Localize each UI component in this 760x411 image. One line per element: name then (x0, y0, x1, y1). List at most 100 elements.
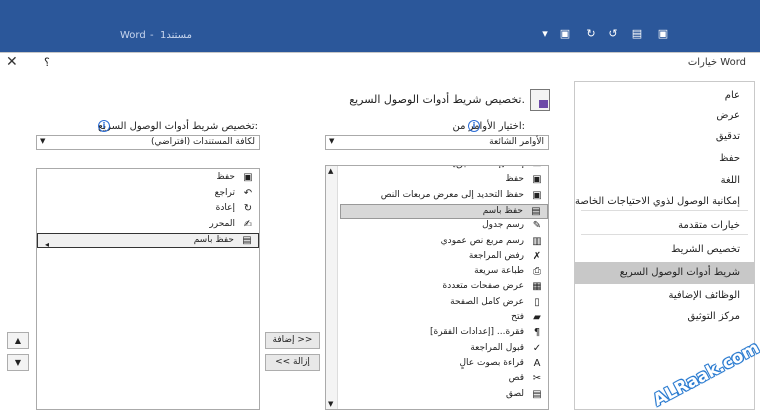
command-item[interactable]: A قراءة بصوت عالٍ (340, 357, 548, 372)
qat-label: حفظ باسم (193, 235, 234, 245)
nav-item[interactable]: شريط أدوات الوصول السريع (575, 262, 754, 284)
command-item[interactable]: ▥ رسم مربع نص عمودي (340, 235, 548, 250)
folder-icon: ▰ (533, 312, 541, 323)
qat-list[interactable]: ▣ حفظ ↶ تراجع ↻ إعادة ✍ المحرر ▤ حفظ باسم (36, 168, 260, 410)
page-title: تخصيص شريط أدوات الوصول السريع. (349, 93, 525, 106)
chevron-down-icon: ▼ (329, 137, 335, 145)
save-icon: ▣ (243, 172, 253, 183)
command-label: قبول المراجعة (470, 342, 524, 353)
nav-divider (581, 234, 748, 235)
command-item[interactable]: ✗ رفض المراجعة (340, 250, 548, 265)
command-item[interactable]: ▦ عرض صفحات متعددة (340, 280, 548, 295)
save-as-icon: ▤ (531, 205, 541, 217)
command-label: حفظ التحديد إلى معرض مربعات النص (380, 189, 524, 200)
save-as-icon: ▤ (242, 235, 252, 246)
comment-icon: ▭ (531, 166, 543, 171)
command-item[interactable]: ▰ فتح (340, 311, 548, 326)
dialog-title: خيارات Word (687, 57, 746, 68)
command-item[interactable]: ⎙ طباعة سريعة (340, 265, 548, 280)
command-label: حفظ باسم (482, 205, 523, 216)
command-item[interactable]: ✎ رسم جدول (340, 219, 548, 234)
command-label: رسم مربع نص عمودي (440, 235, 524, 246)
nav-item[interactable]: تخصيص الشريط (671, 244, 740, 255)
choose-commands-value: الأوامر الشائعة (489, 137, 544, 147)
move-down-button[interactable]: ▼ (7, 354, 29, 371)
nav-item[interactable]: حفظ (719, 153, 740, 164)
save-icon: ▣ (532, 174, 542, 186)
choose-commands-select[interactable]: الأوامر الشائعة ▼ (325, 135, 549, 150)
command-item[interactable]: ▤ حفظ باسم (340, 203, 548, 219)
command-label: فتح (511, 312, 524, 322)
qat-save-as-icon[interactable]: ▤ (630, 27, 644, 41)
info-icon: i (98, 120, 110, 132)
editor-icon: ✍ (243, 218, 253, 230)
choose-commands-label: اختيار الأوامر من: (452, 121, 525, 132)
undo-icon: ↶ (243, 187, 253, 199)
app-name: Word (120, 30, 146, 41)
command-item[interactable]: ▤ لصق (340, 388, 548, 403)
textbox-save-icon: ▣ (532, 189, 542, 201)
command-label: قص (508, 373, 524, 384)
nav-item[interactable]: الوظائف الإضافية (669, 290, 741, 301)
save-icon[interactable]: ▣ (558, 27, 572, 41)
command-item[interactable]: ▣ حفظ التحديد إلى معرض مربعات النص (340, 189, 548, 204)
help-icon[interactable]: ؟ (44, 56, 50, 69)
undo-icon[interactable]: ↺ (606, 27, 620, 41)
nav-item[interactable]: تدقيق (716, 131, 740, 142)
qat-item[interactable]: ↶ تراجع (37, 187, 259, 202)
doc-title: مستند1 (160, 30, 192, 41)
qat-item[interactable]: ▣ حفظ (37, 171, 259, 186)
chevron-down-icon: ▼ (40, 137, 46, 145)
scissors-icon: ✂ (532, 373, 542, 385)
title-separator: - (150, 30, 154, 41)
qat-item[interactable]: ✍ المحرر (37, 218, 259, 233)
qat-save-icon[interactable]: ▣ (656, 27, 670, 41)
customize-qat-value: لكافة المستندات (افتراضي) (150, 137, 255, 147)
command-item[interactable]: ▯ عرض كامل الصفحة (340, 296, 548, 311)
command-item[interactable]: ✓ قبول المراجعة (340, 342, 548, 357)
qat-label: تراجع (214, 187, 235, 198)
word-options-dialog: ✕ ؟ خيارات Word عام عرض تدقيق حفظ اللغة إمكان… (0, 52, 760, 411)
nav-item[interactable]: اللغة (721, 175, 740, 186)
read-aloud-icon: A (533, 357, 541, 369)
accept-icon: ✓ (532, 342, 542, 354)
move-up-button[interactable]: ▲ (7, 332, 29, 349)
reject-icon: ✗ (532, 250, 542, 262)
customize-qat-icon[interactable]: ▾ (538, 27, 552, 41)
command-item[interactable]: ▭ إلغاء [إلغاء التعليق] (340, 166, 548, 173)
command-item[interactable]: ▣ حفظ (340, 173, 548, 188)
customize-qat-label: تخصيص شريط أدوات الوصول السريع: (98, 121, 258, 132)
command-item[interactable]: ¶ فقرة... [إعدادات الفقرة] (340, 326, 548, 341)
draw-table-icon: ✎ (532, 220, 542, 232)
qat-item[interactable]: ▤ حفظ باسم (37, 233, 259, 248)
add-button[interactable]: إضافة >> (265, 332, 320, 349)
scroll-up-icon[interactable]: ▲ (328, 167, 333, 175)
close-icon[interactable]: ✕ (6, 54, 18, 70)
print-icon: ⎙ (533, 266, 541, 278)
qat-label: حفظ (216, 172, 235, 182)
vertical-textbox-icon: ▥ (532, 235, 542, 247)
paste-icon: ▤ (532, 388, 542, 400)
commands-list[interactable]: ▲ ▼ ▭ إلغاء [إلغاء التعليق] ▣ حفظ ▣ حفظ التحد… (325, 165, 549, 410)
command-label: رفض المراجعة (468, 250, 524, 261)
command-item[interactable]: ✂ قص (340, 372, 548, 387)
customize-qat-select[interactable]: لكافة المستندات (افتراضي) ▼ (36, 135, 260, 150)
remove-button[interactable]: << إزالة (265, 354, 320, 371)
command-label: لصق (505, 388, 524, 399)
commands-scrollbar[interactable]: ▲ ▼ (326, 166, 338, 409)
command-label: طباعة سريعة (474, 266, 524, 277)
nav-item[interactable]: إمكانية الوصول لذوي الاحتياجات الخاصة (575, 196, 740, 207)
redo-icon: ↻ (243, 203, 253, 214)
qat-item[interactable]: ↻ إعادة (37, 202, 259, 217)
command-label: عرض صفحات متعددة (442, 281, 524, 292)
redo-icon[interactable]: ↻ (584, 27, 598, 41)
nav-item[interactable]: عام (725, 90, 740, 101)
command-label: عرض كامل الصفحة (450, 296, 524, 307)
scroll-down-icon[interactable]: ▼ (328, 400, 333, 408)
qat-label: إعادة (215, 203, 235, 213)
nav-item[interactable]: خيارات متقدمة (678, 220, 740, 231)
nav-item[interactable]: عرض (716, 110, 740, 121)
word-title-bar: Word - مستند1 ▾ ▣ ↻ ↺ ▤ ▣ (0, 0, 760, 52)
nav-item[interactable]: مركز التوثيق (688, 311, 740, 322)
page-icon: ▯ (534, 296, 540, 308)
